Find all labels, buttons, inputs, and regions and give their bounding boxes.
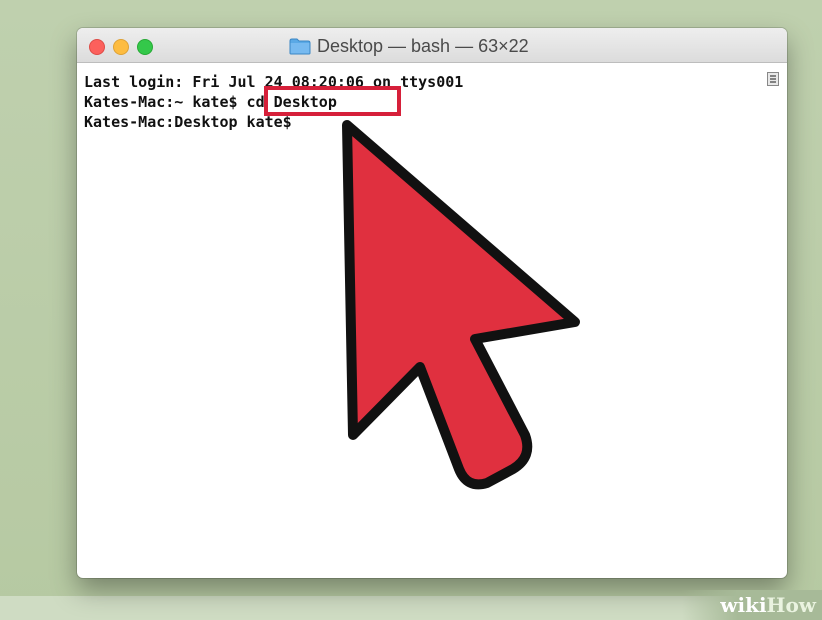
terminal-line: Kates-Mac:~ kate$ cd Desktop xyxy=(84,93,337,111)
terminal-line: Last login: Fri Jul 24 08:20:06 on ttys0… xyxy=(84,73,464,91)
command-highlight-box xyxy=(264,86,401,116)
close-button[interactable] xyxy=(89,39,105,55)
pointer-arrow-icon xyxy=(342,120,580,490)
wikihow-watermark: wikiHow xyxy=(682,590,822,620)
minimize-button[interactable] xyxy=(113,39,129,55)
watermark-part-1: wiki xyxy=(720,593,767,617)
scroll-indicator-icon[interactable] xyxy=(767,72,779,86)
zoom-button[interactable] xyxy=(137,39,153,55)
title-bar[interactable]: Desktop — bash — 63×22 xyxy=(77,28,787,63)
folder-icon xyxy=(289,38,311,54)
window-title: Desktop — bash — 63×22 xyxy=(289,36,529,56)
watermark-part-2: How xyxy=(766,593,816,617)
window-title-text: Desktop — bash — 63×22 xyxy=(317,35,529,56)
